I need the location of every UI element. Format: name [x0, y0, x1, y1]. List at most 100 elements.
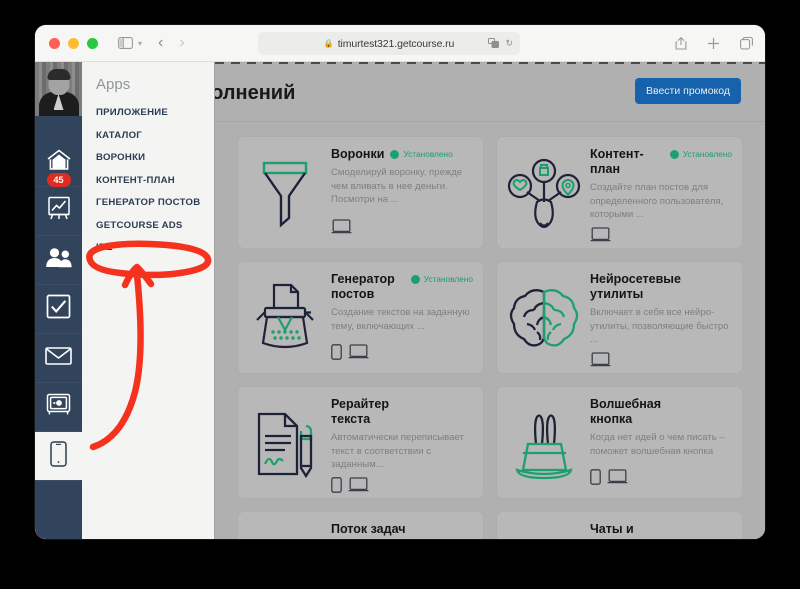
sidebar-item-apps[interactable]: [35, 432, 82, 481]
forward-arrow-icon[interactable]: ›: [179, 34, 184, 52]
share-icon[interactable]: [675, 36, 687, 50]
sidebar-chevron-down-icon[interactable]: ▾: [138, 39, 142, 48]
installed-dot-icon: [410, 274, 420, 284]
content-plan-icon: [505, 147, 583, 240]
typewriter-icon: [246, 272, 324, 365]
app-card-title: Генератор постов: [331, 272, 395, 301]
minimize-window-button[interactable]: [68, 37, 79, 49]
plus-icon[interactable]: [707, 37, 720, 50]
app-card-title: Рерайтер текста: [331, 397, 389, 426]
page-title: полнений: [215, 82, 296, 104]
apps-card-grid: Воронки Установлено Смоделируй воронку, …: [215, 122, 765, 539]
app-card-description: Создание текстов на заданную тему, включ…: [331, 307, 470, 332]
phone-icon: [331, 344, 342, 365]
sidebar-item-tasks[interactable]: [35, 285, 82, 334]
app-card-title: Поток задач: [331, 522, 406, 536]
installed-label: Установлено: [682, 149, 732, 159]
installed-label: Установлено: [423, 274, 473, 284]
app-card-description: Автоматически переписывает текст в соотв…: [331, 432, 464, 471]
apps-menu-title: Apps: [96, 76, 131, 93]
app-card[interactable]: Контент-план Установлено Создайте план п…: [496, 136, 743, 249]
sidebar-item-analytics[interactable]: [35, 187, 82, 236]
app-card[interactable]: Волшебная кнопка Когда нет идей о чем пи…: [496, 386, 743, 499]
screenshot-root: ▾ ‹ › 🔒 timurtest321.getcourse.ru ↻ 45 A…: [0, 0, 800, 589]
app-card-title: Контент-план: [590, 147, 644, 176]
extensions-icon[interactable]: [488, 37, 500, 50]
app-card[interactable]: Генератор постов Установлено Создание те…: [237, 261, 484, 374]
app-card[interactable]: Чаты и материалы: [496, 511, 743, 539]
tabs-overview-icon[interactable]: [740, 36, 753, 50]
url-text: timurtest321.getcourse.ru: [337, 37, 455, 50]
browser-window: ▾ ‹ › 🔒 timurtest321.getcourse.ru ↻ 45 A…: [35, 25, 765, 539]
app-card-description: Включает в себя все нейро-утилиты, позво…: [590, 307, 729, 346]
people-icon: [45, 247, 73, 274]
app-card[interactable]: Воронки Установлено Смоделируй воронку, …: [237, 136, 484, 249]
platform-icons: [590, 464, 732, 490]
apps-menu-list: ПРИЛОЖЕНИЕ КАТАЛОГ ВОРОНКИ КОНТЕНТ-ПЛАН …: [96, 107, 214, 253]
maximize-window-button[interactable]: [87, 37, 98, 49]
tasks-flow-icon: [246, 522, 324, 539]
address-bar-actions[interactable]: ↻: [488, 37, 513, 50]
apps-menu-item-prilozhenie[interactable]: ПРИЛОЖЕНИЕ: [96, 107, 214, 118]
apps-menu-item-voronki[interactable]: ВОРОНКИ: [96, 152, 214, 163]
laptop-icon: [331, 219, 352, 240]
enter-promocode-button[interactable]: Ввести промокод: [634, 78, 741, 104]
icon-rail: 45: [35, 62, 82, 539]
platform-icons: [331, 472, 473, 498]
sidebar-item-safe[interactable]: [35, 383, 82, 432]
app-card-description: Смоделируй воронку, прежде чем вливать в…: [331, 167, 463, 206]
app-card[interactable]: Поток задач: [237, 511, 484, 539]
checkbox-icon: [46, 294, 71, 324]
app-card-description: Создайте план постов для определенного п…: [590, 182, 724, 221]
phone-icon: [590, 469, 601, 490]
chart-easel-icon: [46, 196, 72, 226]
chats-icon: [505, 522, 583, 539]
document-pen-icon: [246, 397, 324, 490]
lock-icon: 🔒: [323, 39, 334, 48]
app-card-title: Чаты и материалы: [590, 522, 660, 539]
installed-label: Установлено: [403, 149, 453, 159]
back-arrow-icon[interactable]: ‹: [158, 34, 163, 52]
platform-icons: [331, 339, 473, 365]
reload-icon[interactable]: ↻: [505, 38, 513, 49]
close-window-button[interactable]: [49, 37, 60, 49]
address-bar[interactable]: 🔒 timurtest321.getcourse.ru ↻: [258, 32, 520, 55]
main-header: полнений Ввести промокод: [215, 62, 765, 122]
apps-menu-panel: Apps ПРИЛОЖЕНИЕ КАТАЛОГ ВОРОНКИ КОНТЕНТ-…: [82, 62, 214, 539]
window-traffic-lights[interactable]: [49, 37, 98, 49]
safe-icon: [46, 393, 71, 421]
laptop-icon: [348, 344, 369, 365]
laptop-icon: [607, 469, 628, 490]
installed-badge: Установлено: [669, 149, 732, 159]
apps-menu-item-generator-postov[interactable]: ГЕНЕРАТОР ПОСТОВ: [96, 197, 214, 208]
apps-menu-item-katalog[interactable]: КАТАЛОГ: [96, 130, 214, 141]
avatar[interactable]: [35, 62, 82, 116]
sidebar-item-users[interactable]: [35, 236, 82, 285]
sidebar-item-messages[interactable]: [35, 334, 82, 383]
platform-icons: [590, 347, 732, 373]
browser-titlebar: ▾ ‹ › 🔒 timurtest321.getcourse.ru ↻: [35, 25, 765, 62]
phone-icon: [50, 440, 67, 472]
laptop-icon: [348, 477, 369, 498]
main-content: полнений Ввести промокод: [214, 62, 765, 539]
app-card-title: Воронки: [331, 147, 385, 161]
envelope-icon: [45, 346, 72, 371]
app-card-description: Когда нет идей о чем писать – поможет во…: [590, 432, 725, 457]
apps-menu-item-ide[interactable]: IDE: [96, 242, 214, 253]
installed-dot-icon: [390, 149, 400, 159]
page-content: 45 Apps ПРИЛОЖЕНИЕ КАТАЛОГ ВОРОНКИ КОНТЕ…: [35, 62, 765, 539]
toolbar-right-actions[interactable]: [675, 36, 753, 50]
notification-badge: 45: [46, 173, 71, 187]
sidebar-toggle-icon[interactable]: [118, 37, 133, 49]
funnel-icon: [246, 147, 324, 240]
installed-dot-icon: [669, 149, 679, 159]
app-card[interactable]: Нейросетевые утилиты Включает в себя все…: [496, 261, 743, 374]
laptop-icon: [590, 227, 611, 248]
apps-menu-item-kontent-plan[interactable]: КОНТЕНТ-ПЛАН: [96, 175, 214, 186]
navigation-buttons[interactable]: ‹ ›: [158, 34, 185, 52]
magic-hat-icon: [505, 397, 583, 490]
app-card-title: Нейросетевые утилиты: [590, 272, 681, 301]
laptop-icon: [590, 352, 611, 373]
app-card[interactable]: Рерайтер текста Автоматически переписыва…: [237, 386, 484, 499]
apps-menu-item-getcourse-ads[interactable]: GETCOURSE ADS: [96, 220, 214, 231]
